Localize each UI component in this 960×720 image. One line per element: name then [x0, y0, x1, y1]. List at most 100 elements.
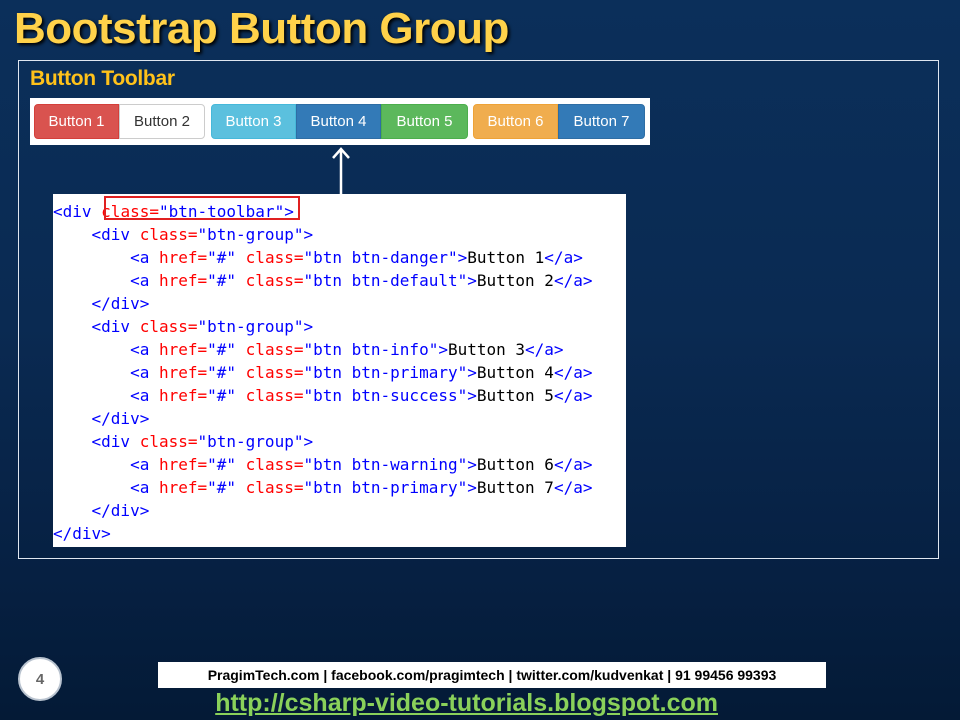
code-token: Button 2 [476, 271, 554, 290]
slide-title: Bootstrap Button Group [14, 4, 509, 53]
code-token: > [438, 340, 448, 359]
button-6[interactable]: Button 6 [473, 104, 558, 139]
code-token: class= [139, 317, 198, 336]
code-token: href= [158, 340, 208, 359]
code-line: <a href="#" class="btn btn-warning">Butt… [53, 453, 626, 476]
code-token: > [467, 271, 477, 290]
code-token: "#" [207, 340, 246, 359]
code-token: </a> [525, 340, 564, 359]
footer-contact: PragimTech.com | facebook.com/pragimtech… [158, 662, 826, 688]
code-line: </div> [53, 292, 626, 315]
code-token: > [457, 248, 468, 267]
code-token: > [467, 363, 477, 382]
code-token: class= [245, 363, 304, 382]
code-token: > [467, 386, 477, 405]
button-group-3: Button 6 Button 7 [473, 104, 645, 139]
code-token: <div [91, 317, 140, 336]
code-token: "btn btn-primary" [303, 478, 468, 497]
button-5[interactable]: Button 5 [381, 104, 468, 139]
code-token: <div [53, 202, 102, 221]
code-token: class= [245, 340, 304, 359]
button-4[interactable]: Button 4 [296, 104, 381, 139]
code-token: "btn btn-default" [303, 271, 468, 290]
code-token: <a [130, 478, 159, 497]
code-token: "#" [207, 363, 246, 382]
code-token: "btn btn-info" [303, 340, 439, 359]
code-token: </div> [91, 294, 150, 313]
button-7[interactable]: Button 7 [558, 104, 645, 139]
code-token: "btn-group" [197, 432, 304, 451]
code-token: Button 6 [476, 455, 554, 474]
up-arrow-icon [332, 147, 350, 194]
code-line: <a href="#" class="btn btn-danger">Butto… [53, 246, 626, 269]
footer-url-link[interactable]: http://csharp-video-tutorials.blogspot.c… [0, 689, 954, 718]
code-token: <a [130, 340, 159, 359]
button-toolbar: Button 1 Button 2 Button 3 Button 4 Butt… [30, 98, 650, 145]
code-token: Button 7 [476, 478, 554, 497]
code-line: <a href="#" class="btn btn-info">Button … [53, 338, 626, 361]
code-token: </a> [553, 455, 593, 474]
code-token: "#" [207, 478, 246, 497]
button-3[interactable]: Button 3 [211, 104, 296, 139]
code-line: <a href="#" class="btn btn-primary">Butt… [53, 476, 626, 499]
code-token: Button 5 [476, 386, 554, 405]
code-token: class= [245, 455, 304, 474]
highlight-box [104, 196, 300, 220]
code-token: <a [130, 248, 159, 267]
code-token: "#" [207, 248, 246, 267]
code-token: </div> [53, 524, 111, 543]
code-token: class= [139, 225, 198, 244]
code-line: </div> [53, 499, 626, 522]
code-token: > [467, 455, 477, 474]
code-line: <div class="btn-group"> [53, 223, 626, 246]
code-token: href= [158, 248, 208, 267]
code-token: "btn btn-danger" [303, 248, 458, 267]
button-2[interactable]: Button 2 [119, 104, 205, 139]
code-token: "btn btn-success" [303, 386, 468, 405]
code-token: > [303, 317, 314, 336]
code-token: "#" [207, 271, 246, 290]
section-heading: Button Toolbar [30, 67, 175, 90]
code-token: href= [158, 271, 208, 290]
code-token: </div> [91, 501, 150, 520]
code-line: <a href="#" class="btn btn-success">Butt… [53, 384, 626, 407]
code-token: > [467, 478, 477, 497]
button-group-1: Button 1 Button 2 [34, 104, 205, 139]
code-token: class= [245, 271, 304, 290]
code-token: > [303, 432, 314, 451]
code-token: class= [139, 432, 198, 451]
code-token: <div [91, 432, 140, 451]
code-token: > [303, 225, 314, 244]
code-token: "btn btn-primary" [303, 363, 468, 382]
code-token: class= [245, 478, 304, 497]
code-token: <a [130, 363, 159, 382]
code-token: href= [158, 386, 208, 405]
code-token: href= [158, 478, 208, 497]
code-snippet: <div class="btn-toolbar"> <div class="bt… [53, 194, 626, 547]
button-1[interactable]: Button 1 [34, 104, 119, 139]
code-line: <div class="btn-group"> [53, 315, 626, 338]
code-token: "btn-group" [197, 225, 304, 244]
code-token: <a [130, 386, 159, 405]
code-token: </a> [553, 386, 593, 405]
code-token: "#" [207, 455, 246, 474]
code-token: class= [245, 386, 304, 405]
code-token: </a> [553, 478, 593, 497]
code-token: <a [130, 455, 159, 474]
code-line: <a href="#" class="btn btn-default">Butt… [53, 269, 626, 292]
code-token: Button 4 [476, 363, 554, 382]
code-token: "btn btn-warning" [303, 455, 468, 474]
code-token: <a [130, 271, 159, 290]
